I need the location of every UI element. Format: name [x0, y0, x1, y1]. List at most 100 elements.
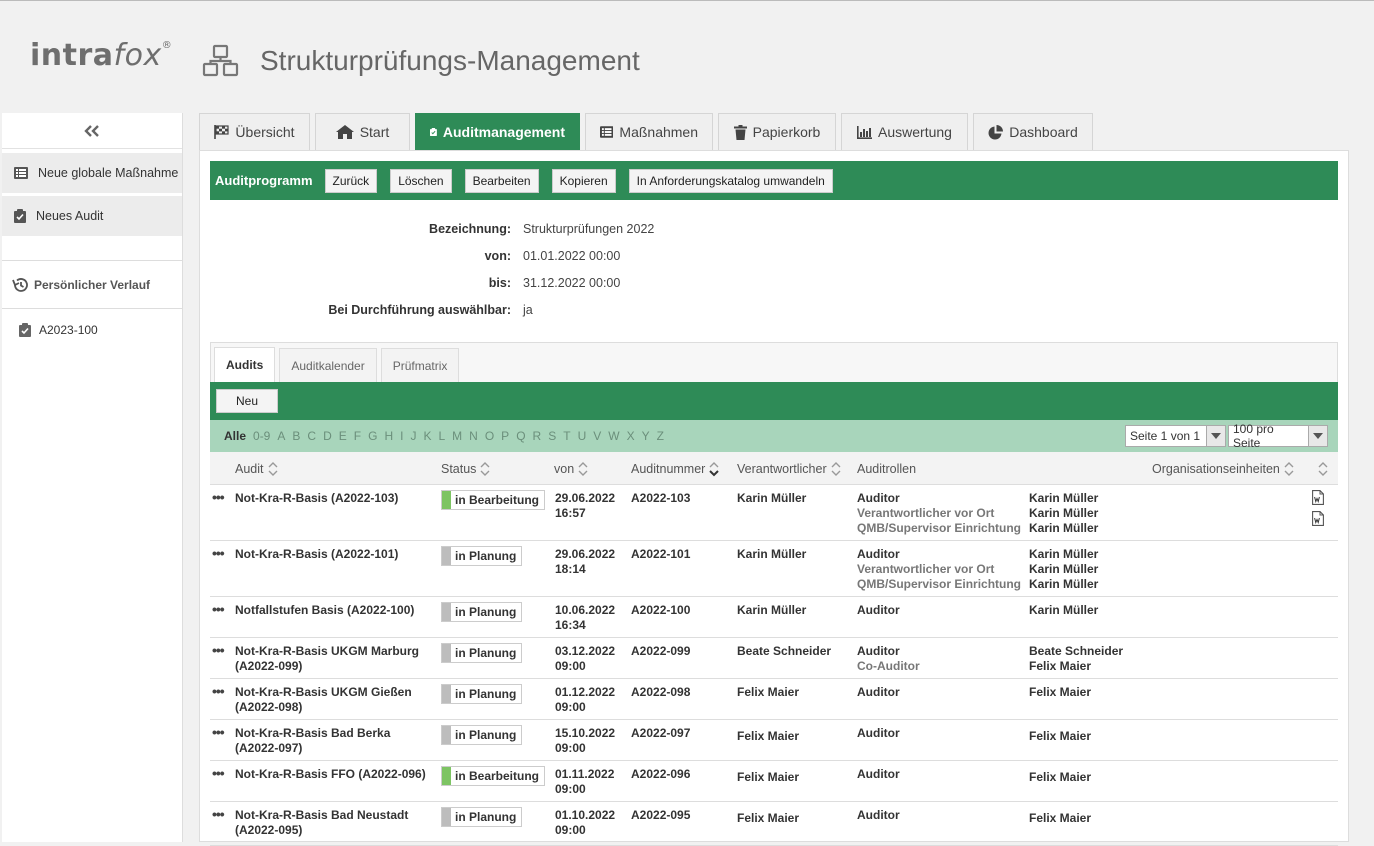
delete-button[interactable]: Löschen — [390, 168, 452, 193]
alphabet-filter-n[interactable]: N — [469, 429, 478, 443]
alphabet-filter-0-9[interactable]: 0-9 — [253, 429, 270, 443]
sidebar: Neue globale Maßnahme Neues Audit Persön… — [2, 113, 183, 842]
audit-role: Auditor — [857, 603, 900, 617]
alphabet-filter-o[interactable]: O — [485, 429, 494, 443]
per-page-select[interactable]: 100 pro Seite — [1228, 422, 1328, 450]
role-persons: Felix Maier — [1029, 729, 1091, 744]
audit-name[interactable]: Not-Kra-R-Basis UKGM Marburg (A2022-099) — [235, 644, 419, 674]
alphabet-filter-e[interactable]: E — [339, 429, 347, 443]
status-badge: in Bearbeitung — [441, 766, 546, 786]
alphabet-filter-x[interactable]: X — [627, 429, 635, 443]
row-actions-icon[interactable]: ••• — [212, 642, 225, 658]
table-row[interactable]: ••• Notfallstufen Basis (A2022-100) in Pla… — [210, 597, 1338, 638]
audit-name[interactable]: Not-Kra-R-Basis (A2022-103) — [235, 491, 398, 506]
column-status[interactable]: Status — [441, 452, 490, 485]
alphabet-filter-a[interactable]: A — [277, 429, 285, 443]
alphabet-filter-q[interactable]: Q — [516, 429, 525, 443]
column-auditnummer[interactable]: Auditnummer — [631, 452, 720, 485]
column-docs[interactable] — [1314, 452, 1328, 485]
column-organisationseinheiten[interactable]: Organisationseinheiten — [1152, 452, 1294, 485]
alphabet-filter-z[interactable]: Z — [657, 429, 664, 443]
field-value: ja — [523, 302, 533, 317]
page-select[interactable]: Seite 1 von 1 — [1125, 425, 1226, 447]
word-document-icon[interactable] — [1312, 490, 1324, 508]
row-actions-icon[interactable]: ••• — [212, 601, 225, 617]
column-audit[interactable]: Audit — [235, 452, 278, 485]
subtab-audits[interactable]: Audits — [214, 347, 276, 382]
alphabet-filter-d[interactable]: D — [323, 429, 332, 443]
tab-auswertung[interactable]: Auswertung — [841, 113, 968, 150]
role-person: Karin Müller — [1029, 491, 1099, 505]
row-actions-icon[interactable]: ••• — [212, 765, 225, 781]
audit-subtabs: Audits Auditkalender Prüfmatrix — [210, 342, 1338, 382]
alphabet-filter-j[interactable]: J — [410, 429, 416, 443]
field-row: Bezeichnung: Strukturprüfungen 2022 — [210, 215, 654, 242]
row-actions-icon[interactable]: ••• — [212, 489, 225, 505]
alphabet-filter-t[interactable]: T — [563, 429, 570, 443]
alphabet-filter-u[interactable]: U — [578, 429, 587, 443]
sort-icon — [831, 461, 841, 476]
alphabet-filter-r[interactable]: R — [533, 429, 542, 443]
alphabet-filter-h[interactable]: H — [384, 429, 393, 443]
alphabet-filter-p[interactable]: P — [501, 429, 509, 443]
table-row[interactable]: ••• Not-Kra-R-Basis UKGM Gießen (A2022-098… — [210, 679, 1338, 720]
sidebar-item-new-global-measure[interactable]: Neue globale Maßnahme — [2, 153, 182, 193]
alphabet-filter-g[interactable]: G — [368, 429, 377, 443]
alphabet-list: Alle 0-9 A B C D E F G H I J K L M N O P Q R S T U V W X Y Z — [224, 429, 671, 443]
history-item[interactable]: A2023-100 — [2, 309, 182, 351]
alphabet-filter-s[interactable]: S — [548, 429, 556, 443]
clipboard-check-icon — [19, 323, 31, 337]
tab-auditmanagement[interactable]: Auditmanagement — [415, 113, 580, 150]
audit-name[interactable]: Not-Kra-R-Basis FFO (A2022-096) — [235, 767, 426, 782]
tab-start[interactable]: Start — [315, 113, 410, 150]
table-row[interactable]: ••• Not-Kra-R-Basis Bad Berka (A2022-097) i… — [210, 720, 1338, 761]
alphabet-filter-c[interactable]: C — [307, 429, 316, 443]
role-person: Karin Müller — [1029, 603, 1099, 617]
row-actions-icon[interactable]: ••• — [212, 683, 225, 699]
convert-to-catalog-button[interactable]: In Anforderungskatalog umwandeln — [628, 168, 833, 193]
tab-label: Papierkorb — [752, 124, 821, 140]
subtab-auditkalender[interactable]: Auditkalender — [279, 348, 377, 382]
alphabet-filter-v[interactable]: V — [593, 429, 601, 443]
tab-dashboard[interactable]: Dashboard — [973, 113, 1093, 150]
column-verantwortlicher[interactable]: Verantwortlicher — [737, 452, 841, 485]
alphabet-filter-f[interactable]: F — [354, 429, 361, 443]
table-row[interactable]: ••• Not-Kra-R-Basis UKGM Marburg (A2022-09… — [210, 638, 1338, 679]
audit-name[interactable]: Not-Kra-R-Basis UKGM Gießen (A2022-098) — [235, 685, 412, 715]
subtab-pruefmatrix[interactable]: Prüfmatrix — [380, 348, 460, 382]
audit-date: 01.12.2022 09:00 — [555, 685, 616, 714]
copy-button[interactable]: Kopieren — [551, 168, 616, 193]
table-row[interactable]: ••• Not-Kra-R-Basis (A2022-101) in Planung… — [210, 541, 1338, 597]
alphabet-filter-k[interactable]: K — [423, 429, 431, 443]
tab-uebersicht[interactable]: Übersicht — [199, 113, 310, 150]
word-document-icon[interactable] — [1312, 511, 1324, 529]
back-button[interactable]: Zurück — [324, 168, 378, 193]
sidebar-collapse-button[interactable] — [2, 113, 182, 149]
edit-button[interactable]: Bearbeiten — [464, 168, 539, 193]
alphabet-filter-alle[interactable]: Alle — [224, 429, 246, 443]
audit-name[interactable]: Not-Kra-R-Basis Bad Neustadt (A2022-095) — [235, 808, 408, 838]
alphabet-filter-y[interactable]: Y — [642, 429, 650, 443]
alphabet-filter-m[interactable]: M — [452, 429, 462, 443]
tab-papierkorb[interactable]: Papierkorb — [718, 113, 836, 150]
sidebar-item-new-audit[interactable]: Neues Audit — [2, 196, 182, 236]
row-actions-icon[interactable]: ••• — [212, 806, 225, 822]
new-audit-button[interactable]: Neu — [216, 389, 279, 413]
row-actions-icon[interactable]: ••• — [212, 724, 225, 740]
row-actions-icon[interactable]: ••• — [212, 545, 225, 561]
table-row[interactable]: ••• Not-Kra-R-Basis FFO (A2022-096) in Bea… — [210, 761, 1338, 802]
tab-massnahmen[interactable]: Maßnahmen — [585, 113, 713, 150]
audit-name[interactable]: Not-Kra-R-Basis (A2022-101) — [235, 547, 398, 562]
audit-name[interactable]: Notfallstufen Basis (A2022-100) — [235, 603, 414, 618]
audit-date: 03.12.2022 09:00 — [555, 644, 616, 673]
alphabet-filter-i[interactable]: I — [400, 429, 403, 443]
audit-name[interactable]: Not-Kra-R-Basis Bad Berka (A2022-097) — [235, 726, 390, 756]
column-von[interactable]: von — [554, 452, 588, 485]
column-label: Status — [441, 461, 477, 476]
alphabet-filter-l[interactable]: L — [438, 429, 445, 443]
alphabet-filter-w[interactable]: W — [608, 429, 619, 443]
alphabet-filter-b[interactable]: B — [292, 429, 300, 443]
table-row[interactable]: ••• Not-Kra-R-Basis (A2022-103) in Bearbei… — [210, 485, 1338, 541]
tab-label: Übersicht — [235, 124, 295, 140]
table-row[interactable]: ••• Not-Kra-R-Basis Bad Neustadt (A2022-09… — [210, 802, 1338, 846]
